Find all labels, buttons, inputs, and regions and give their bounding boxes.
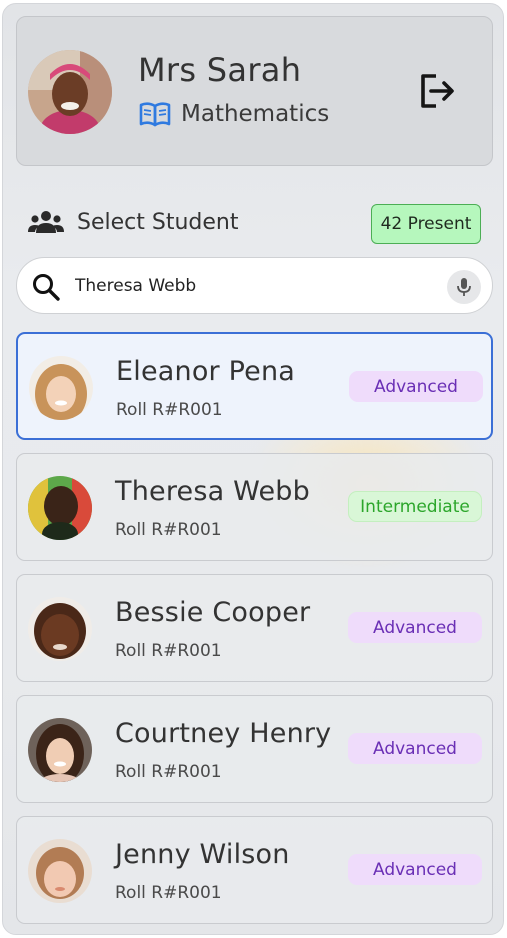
student-card[interactable]: Jenny Wilson Roll R#R001 Advanced — [16, 816, 493, 924]
present-count-badge: 42 Present — [371, 204, 481, 244]
student-name: Theresa Webb — [115, 476, 310, 507]
level-badge: Advanced — [348, 854, 482, 885]
mic-icon — [457, 278, 471, 296]
mic-button[interactable] — [447, 270, 481, 304]
select-student-label: Select Student — [77, 209, 239, 235]
subject-row: Mathematics — [138, 101, 329, 127]
search-input[interactable] — [75, 270, 435, 302]
student-card[interactable]: Courtney Henry Roll R#R001 Advanced — [16, 695, 493, 803]
student-avatar — [29, 356, 93, 420]
teacher-avatar — [28, 50, 112, 134]
subject-label: Mathematics — [181, 101, 330, 127]
student-roll: Roll R#R001 — [116, 400, 223, 420]
level-badge: Advanced — [348, 733, 482, 764]
teacher-header-card: Mrs Sarah Mathematics — [16, 16, 493, 166]
logout-icon — [421, 74, 454, 108]
student-name: Bessie Cooper — [115, 597, 311, 628]
student-roll: Roll R#R001 — [115, 520, 222, 540]
student-name: Eleanor Pena — [116, 356, 296, 387]
level-badge: Advanced — [349, 371, 483, 402]
student-avatar — [28, 718, 92, 782]
select-student-heading: Select Student — [27, 208, 238, 236]
book-icon — [139, 102, 171, 127]
student-card[interactable]: Theresa Webb Roll R#R001 Intermediate — [16, 453, 493, 561]
student-avatar — [28, 476, 92, 540]
student-roll: Roll R#R001 — [115, 762, 222, 782]
student-card[interactable]: Eleanor Pena Roll R#R001 Advanced — [16, 332, 493, 440]
student-card[interactable]: Bessie Cooper Roll R#R001 Advanced — [16, 574, 493, 682]
student-name: Jenny Wilson — [115, 839, 290, 870]
student-selector-panel: Mrs Sarah Mathematics Select Student 42 … — [2, 3, 504, 935]
search-icon — [33, 274, 60, 301]
student-roll: Roll R#R001 — [115, 641, 222, 661]
student-roll: Roll R#R001 — [115, 883, 222, 903]
student-avatar — [28, 839, 92, 903]
student-avatar — [28, 597, 92, 661]
level-badge: Advanced — [348, 612, 482, 643]
logout-button[interactable] — [417, 70, 457, 112]
level-badge: Intermediate — [348, 491, 482, 522]
teacher-name: Mrs Sarah — [138, 51, 302, 89]
group-icon — [28, 211, 64, 233]
student-name: Courtney Henry — [115, 718, 332, 749]
search-bar — [16, 257, 493, 314]
